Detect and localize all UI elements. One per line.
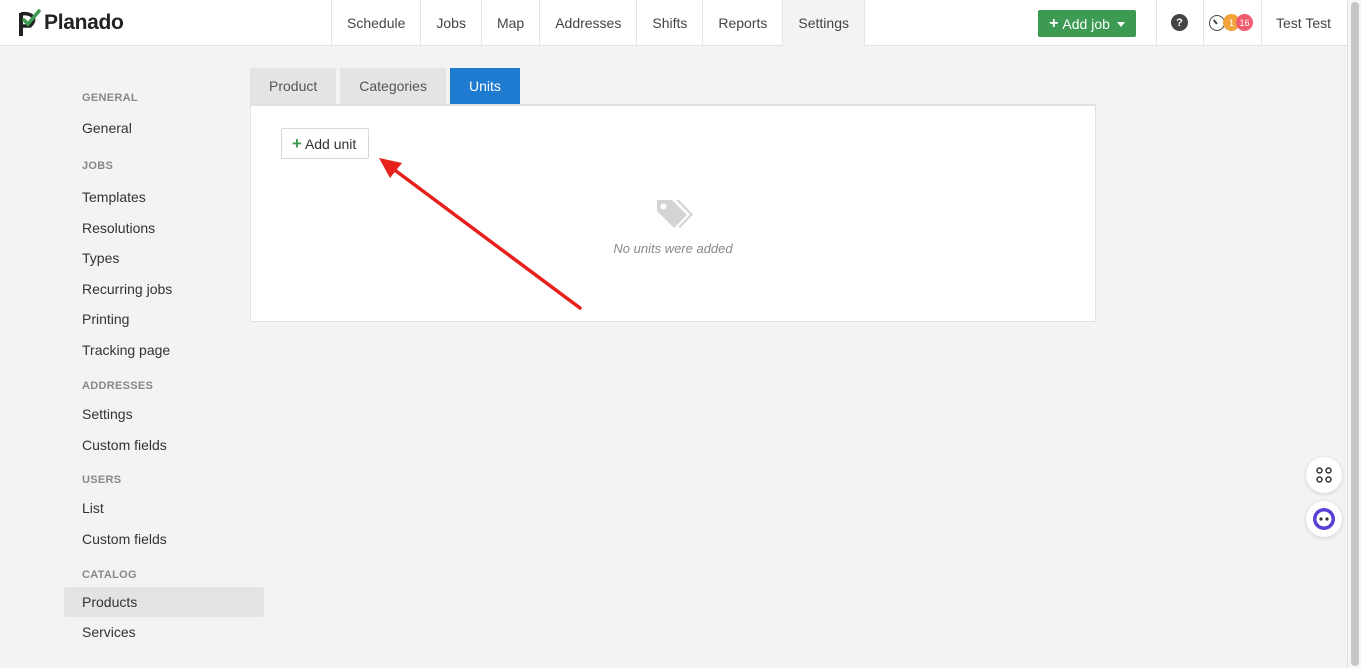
nav-settings[interactable]: Settings	[782, 0, 865, 46]
plus-icon: +	[292, 134, 302, 153]
user-menu[interactable]: Test Test	[1276, 15, 1331, 31]
assistant-icon	[1313, 508, 1335, 530]
divider	[1261, 0, 1262, 46]
command-icon	[1316, 467, 1332, 483]
nav-jobs[interactable]: Jobs	[420, 0, 481, 46]
nav-schedule[interactable]: Schedule	[331, 0, 420, 46]
empty-state: No units were added	[251, 196, 1095, 256]
help-icon[interactable]: ?	[1171, 14, 1188, 31]
add-job-button[interactable]: + Add job	[1038, 10, 1136, 37]
page-scrollbar[interactable]	[1347, 0, 1361, 668]
sidebar-item-templates[interactable]: Templates	[64, 182, 264, 213]
settings-sidebar: GENERAL General JOBS Templates Resolutio…	[64, 80, 264, 647]
chat-assistant-button[interactable]	[1306, 501, 1342, 537]
nav-map[interactable]: Map	[480, 0, 539, 46]
caret-down-icon	[1116, 22, 1125, 27]
sidebar-item-address-settings[interactable]: Settings	[64, 399, 264, 430]
divider	[1156, 0, 1157, 46]
sidebar-item-services[interactable]: Services	[64, 617, 264, 647]
divider	[1203, 0, 1204, 46]
sidebar-item-address-custom-fields[interactable]: Custom fields	[64, 430, 264, 461]
section-title-jobs: JOBS	[82, 160, 114, 172]
tab-units[interactable]: Units	[449, 68, 520, 104]
scrollbar-thumb[interactable]	[1351, 2, 1359, 666]
notifications-button[interactable]: 1 16	[1209, 14, 1255, 32]
plus-icon: +	[1049, 14, 1059, 32]
planado-logo[interactable]: Planado	[18, 9, 124, 37]
section-title-users: USERS	[82, 474, 122, 486]
sidebar-item-tracking-page[interactable]: Tracking page	[64, 335, 264, 365]
tags-icon	[657, 200, 693, 228]
section-title-general: GENERAL	[82, 92, 138, 104]
add-job-label: Add job	[1062, 15, 1110, 32]
add-unit-button[interactable]: + Add unit	[281, 128, 370, 159]
top-navbar: Planado Schedule Jobs Map Addresses Shif…	[0, 0, 1347, 46]
tab-categories[interactable]: Categories	[340, 68, 446, 104]
sidebar-item-resolutions[interactable]: Resolutions	[64, 213, 264, 243]
nav-shifts[interactable]: Shifts	[636, 0, 702, 46]
section-title-addresses: ADDRESSES	[82, 380, 154, 392]
notification-badge-red: 16	[1236, 14, 1253, 31]
sidebar-item-printing[interactable]: Printing	[64, 304, 264, 335]
apps-grid-button[interactable]	[1306, 457, 1342, 493]
tab-product[interactable]: Product	[250, 68, 337, 104]
sidebar-item-users-list[interactable]: List	[64, 493, 264, 524]
section-title-catalog: CATALOG	[82, 569, 137, 581]
empty-state-text: No units were added	[613, 241, 733, 256]
sidebar-item-types[interactable]: Types	[64, 243, 264, 274]
sidebar-item-users-custom-fields[interactable]: Custom fields	[64, 524, 264, 554]
nav-reports[interactable]: Reports	[702, 0, 782, 46]
logo-mark-icon	[19, 9, 41, 36]
catalog-tabs: Product Categories Units	[250, 68, 520, 104]
main-nav: Schedule Jobs Map Addresses Shifts Repor…	[331, 0, 865, 46]
sidebar-item-products[interactable]: Products	[64, 587, 264, 617]
add-unit-label: Add unit	[304, 135, 357, 152]
sidebar-item-general[interactable]: General	[64, 114, 264, 142]
sidebar-item-recurring-jobs[interactable]: Recurring jobs	[64, 274, 264, 304]
nav-addresses[interactable]: Addresses	[539, 0, 636, 46]
logo-text: Planado	[44, 11, 124, 34]
units-panel: + Add unit No units were added	[250, 104, 1096, 322]
